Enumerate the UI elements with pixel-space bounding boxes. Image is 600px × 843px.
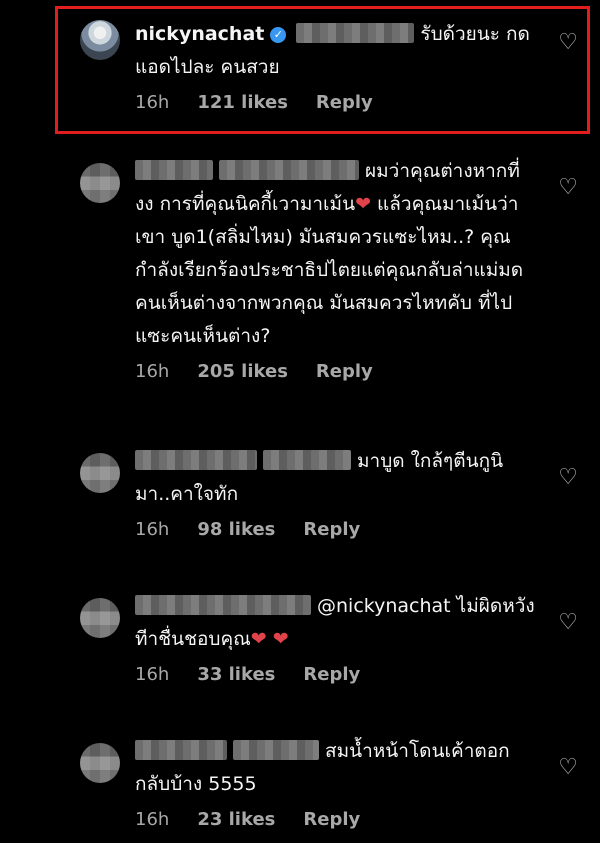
avatar[interactable] — [80, 598, 120, 638]
comment-body: มาบูด ใกล้ๆตีนกูนิมา..คาใจทัก 16h 98 lik… — [135, 445, 535, 540]
comment-item-4: @nickynachat ไม่ผิดหวังทีาชื่นชอบคุณ❤ ❤ … — [0, 590, 600, 700]
redacted-mention — [219, 160, 359, 180]
likes-count[interactable]: 205 likes — [197, 361, 288, 382]
comment-body: nickynachat ✓ รับด้วยนะ กดแอดไปละ คนสวย 16… — [135, 18, 535, 113]
comment-text: มาบูด ใกล้ๆตีนกูนิมา..คาใจทัก — [135, 445, 535, 511]
comment-meta: 16h 98 likes Reply — [135, 519, 535, 540]
comment-body: สมน้ำหน้าโดนเค้าตอกกลับบ้าง 5555 16h 23 … — [135, 735, 535, 830]
avatar[interactable] — [80, 163, 120, 203]
likes-count[interactable]: 23 likes — [197, 809, 275, 830]
like-heart-icon[interactable]: ♡ — [558, 30, 578, 55]
redacted-mention — [263, 450, 351, 470]
comment-text: ผมว่าคุณต่างหากที่ งง การที่คุณนิคกี้เวา… — [135, 155, 535, 353]
comment-meta: 16h 121 likes Reply — [135, 92, 535, 113]
comment-text: สมน้ำหน้าโดนเค้าตอกกลับบ้าง 5555 — [135, 735, 535, 801]
likes-count[interactable]: 121 likes — [197, 92, 288, 113]
reply-button[interactable]: Reply — [303, 809, 360, 830]
like-heart-icon[interactable]: ♡ — [558, 465, 578, 490]
comment-item-2: ผมว่าคุณต่างหากที่ งง การที่คุณนิคกี้เวา… — [0, 155, 600, 410]
username[interactable]: nickynachat — [135, 23, 264, 45]
reply-button[interactable]: Reply — [303, 519, 360, 540]
likes-count[interactable]: 33 likes — [197, 664, 275, 685]
redacted-mention — [233, 740, 319, 760]
comment-item-5: สมน้ำหน้าโดนเค้าตอกกลับบ้าง 5555 16h 23 … — [0, 735, 600, 840]
avatar[interactable] — [80, 20, 120, 60]
comment-meta: 16h 33 likes Reply — [135, 664, 535, 685]
like-heart-icon[interactable]: ♡ — [558, 610, 578, 635]
redacted-username — [135, 160, 213, 180]
redacted-username — [135, 740, 227, 760]
comment-meta: 16h 205 likes Reply — [135, 361, 535, 382]
reply-button[interactable]: Reply — [316, 361, 373, 382]
comment-text-continued: แล้วคุณมาเม้นว่าเขา บูด1(สลิ่มไหม) มันสม… — [135, 193, 524, 347]
red-heart-icon: ❤ — [250, 628, 267, 650]
comment-item-3: มาบูด ใกล้ๆตีนกูนิมา..คาใจทัก 16h 98 lik… — [0, 445, 600, 555]
comment-item-1: nickynachat ✓ รับด้วยนะ กดแอดไปละ คนสวย 16… — [0, 20, 600, 130]
comment-text: @nickynachat ไม่ผิดหวังทีาชื่นชอบคุณ❤ ❤ — [135, 590, 535, 656]
red-heart-icon: ❤ — [272, 628, 289, 650]
comment-text: nickynachat ✓ รับด้วยนะ กดแอดไปละ คนสวย — [135, 18, 535, 84]
reply-button[interactable]: Reply — [303, 664, 360, 685]
likes-count[interactable]: 98 likes — [197, 519, 275, 540]
reply-button[interactable]: Reply — [316, 92, 373, 113]
redacted-username — [135, 450, 257, 470]
comment-body: @nickynachat ไม่ผิดหวังทีาชื่นชอบคุณ❤ ❤ … — [135, 590, 535, 685]
redacted-username — [135, 595, 311, 615]
avatar[interactable] — [80, 453, 120, 493]
timestamp: 16h — [135, 519, 170, 540]
verified-badge-icon: ✓ — [270, 27, 287, 43]
comment-body: ผมว่าคุณต่างหากที่ งง การที่คุณนิคกี้เวา… — [135, 155, 535, 382]
like-heart-icon[interactable]: ♡ — [558, 175, 578, 200]
redacted-mention — [296, 23, 415, 43]
comment-meta: 16h 23 likes Reply — [135, 809, 535, 830]
red-heart-icon: ❤ — [355, 193, 371, 215]
timestamp: 16h — [135, 664, 170, 685]
timestamp: 16h — [135, 92, 170, 113]
like-heart-icon[interactable]: ♡ — [558, 755, 578, 780]
timestamp: 16h — [135, 361, 170, 382]
avatar[interactable] — [80, 743, 120, 783]
timestamp: 16h — [135, 809, 170, 830]
